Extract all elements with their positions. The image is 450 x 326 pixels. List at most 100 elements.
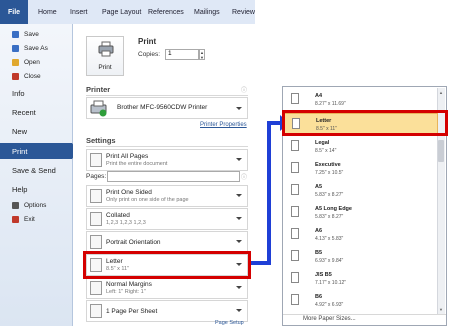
copies-spinner[interactable]: ▲ ▼ — [199, 49, 205, 60]
paper-item-a5[interactable]: A5 5.83" x 8.27" — [284, 180, 438, 202]
options-icon — [12, 202, 19, 209]
sides-dropdown[interactable]: Print One Sided Only print on one side o… — [86, 185, 248, 207]
margins-icon — [90, 281, 102, 295]
paper-item-a5-long-edge[interactable]: A5 Long Edge 5.83" x 8.27" — [284, 202, 438, 224]
printer-dropdown[interactable]: Brother MFC-9560CDW Printer — [86, 97, 248, 119]
nav-exit-label: Exit — [24, 216, 35, 223]
collation-dropdown[interactable]: Collated 1,2,3 1,2,3 1,2,3 — [86, 208, 248, 230]
scroll-down-icon[interactable]: ▼ — [439, 307, 443, 312]
nav-save-as-label: Save As — [24, 45, 48, 52]
copies-input[interactable]: 1 — [165, 49, 199, 60]
nav-save[interactable]: Save — [12, 29, 39, 40]
paper-dimensions: 5.83" x 8.27" — [315, 192, 344, 198]
paper-dimensions: 7.25" x 10.5" — [315, 170, 344, 176]
chevron-down-icon — [236, 217, 242, 220]
printer-section-title: Printer — [86, 85, 111, 94]
paper-item-a6[interactable]: A6 4.13" x 5.83" — [284, 224, 438, 246]
pages-per-sheet-dropdown[interactable]: 1 Page Per Sheet — [86, 300, 248, 322]
printer-name: Brother MFC-9560CDW Printer — [117, 104, 208, 111]
paper-item-legal[interactable]: Legal 8.5" x 14" — [284, 136, 438, 158]
portrait-icon — [90, 235, 102, 249]
pages-icon — [90, 153, 102, 167]
nav-open[interactable]: Open — [12, 57, 40, 68]
pages-per-sheet-title: 1 Page Per Sheet — [106, 308, 158, 315]
scroll-up-icon[interactable]: ▲ — [439, 90, 443, 95]
nav-help[interactable]: Help — [0, 181, 72, 197]
info-icon[interactable]: ⓘ — [241, 85, 247, 94]
sides-sub: Only print on one side of the page — [106, 197, 189, 203]
chevron-down-icon — [236, 286, 242, 289]
info-icon[interactable]: ⓘ — [241, 172, 247, 181]
page-icon — [291, 162, 299, 173]
nav-options[interactable]: Options — [12, 200, 46, 211]
tab-review[interactable]: Review — [232, 0, 255, 24]
page-icon — [291, 294, 299, 305]
copies-label: Copies: — [138, 51, 161, 58]
nav-close-label: Close — [24, 73, 41, 80]
exit-icon — [12, 216, 19, 223]
save-icon — [12, 31, 19, 38]
divider — [86, 95, 248, 96]
ribbon-tabs: File Home Insert Page Layout References … — [0, 0, 255, 25]
nav-info[interactable]: Info — [0, 85, 72, 101]
paper-item-b5[interactable]: B5 6.93" x 9.84" — [284, 246, 438, 268]
nav-new[interactable]: New — [0, 123, 72, 139]
paper-item-b6[interactable]: B6 4.92" x 6.93" — [284, 290, 438, 312]
nav-recent[interactable]: Recent — [0, 104, 72, 120]
nav-save-label: Save — [24, 31, 39, 38]
paper-dimensions: 8.27" x 11.69" — [315, 101, 346, 107]
tab-file[interactable]: File — [0, 0, 28, 24]
nav-close[interactable]: Close — [12, 71, 41, 82]
page-per-sheet-icon — [90, 304, 102, 318]
backstage-nav: Save Save As Open Close Info Recent New … — [0, 24, 78, 326]
letter-highlight-box — [83, 251, 251, 279]
paper-name: JIS B5 — [315, 272, 332, 278]
paper-name: B6 — [315, 294, 323, 300]
paper-item-jis-b5[interactable]: JIS B5 7.17" x 10.12" — [284, 268, 438, 290]
print-button-label: Print — [98, 64, 112, 71]
paper-name: A5 Long Edge — [315, 206, 352, 212]
print-button[interactable]: Print — [86, 36, 124, 76]
paper-dimensions: 8.5" x 14" — [315, 148, 337, 154]
tab-mailings[interactable]: Mailings — [194, 0, 220, 24]
tab-references[interactable]: References — [148, 0, 184, 24]
tab-page-layout[interactable]: Page Layout — [102, 0, 141, 24]
paper-dimensions: 7.17" x 10.12" — [315, 280, 347, 286]
page-setup-link[interactable]: Page Setup — [215, 320, 244, 326]
nav-save-as[interactable]: Save As — [12, 43, 48, 54]
more-paper-sizes[interactable]: More Paper Sizes... — [303, 316, 356, 322]
pages-input[interactable] — [107, 171, 240, 182]
tab-home[interactable]: Home — [38, 0, 57, 24]
paper-name: B5 — [315, 250, 323, 256]
close-doc-icon — [12, 73, 19, 80]
paper-item-executive[interactable]: Executive 7.25" x 10.5" — [284, 158, 438, 180]
chevron-down-icon — [236, 158, 242, 161]
paper-dimensions: 4.92" x 6.93" — [315, 302, 344, 308]
nav-exit[interactable]: Exit — [12, 214, 35, 225]
printer-properties-link[interactable]: Printer Properties — [200, 122, 247, 128]
letter-list-highlight-box — [282, 110, 448, 136]
print-range-dropdown[interactable]: Print All Pages Print the entire documen… — [86, 149, 248, 171]
paper-name: Executive — [315, 162, 341, 168]
page-icon — [291, 250, 299, 261]
paper-name: A4 — [315, 93, 323, 99]
orientation-title: Portrait Orientation — [106, 239, 161, 246]
margins-dropdown[interactable]: Normal Margins Left: 1" Right: 1" — [86, 277, 248, 299]
page-icon — [291, 206, 299, 217]
page-icon — [291, 93, 299, 104]
nav-save-send[interactable]: Save & Send — [0, 162, 72, 178]
paper-item-a4[interactable]: A4 8.27" x 11.69" — [284, 89, 438, 111]
margins-sub: Left: 1" Right: 1" — [106, 289, 146, 295]
paper-name: A5 — [315, 184, 323, 190]
paper-dimensions: 4.13" x 5.83" — [315, 236, 344, 242]
nav-print[interactable]: Print — [0, 143, 78, 159]
chevron-down-icon — [236, 107, 242, 110]
page-icon — [291, 140, 299, 151]
paper-dimensions: 5.83" x 8.27" — [315, 214, 344, 220]
page-icon — [291, 184, 299, 195]
scroll-thumb[interactable] — [438, 140, 444, 162]
tab-insert[interactable]: Insert — [70, 0, 88, 24]
paper-dimensions: 6.93" x 9.84" — [315, 258, 344, 264]
nav-open-label: Open — [24, 59, 40, 66]
orientation-dropdown[interactable]: Portrait Orientation — [86, 231, 248, 253]
